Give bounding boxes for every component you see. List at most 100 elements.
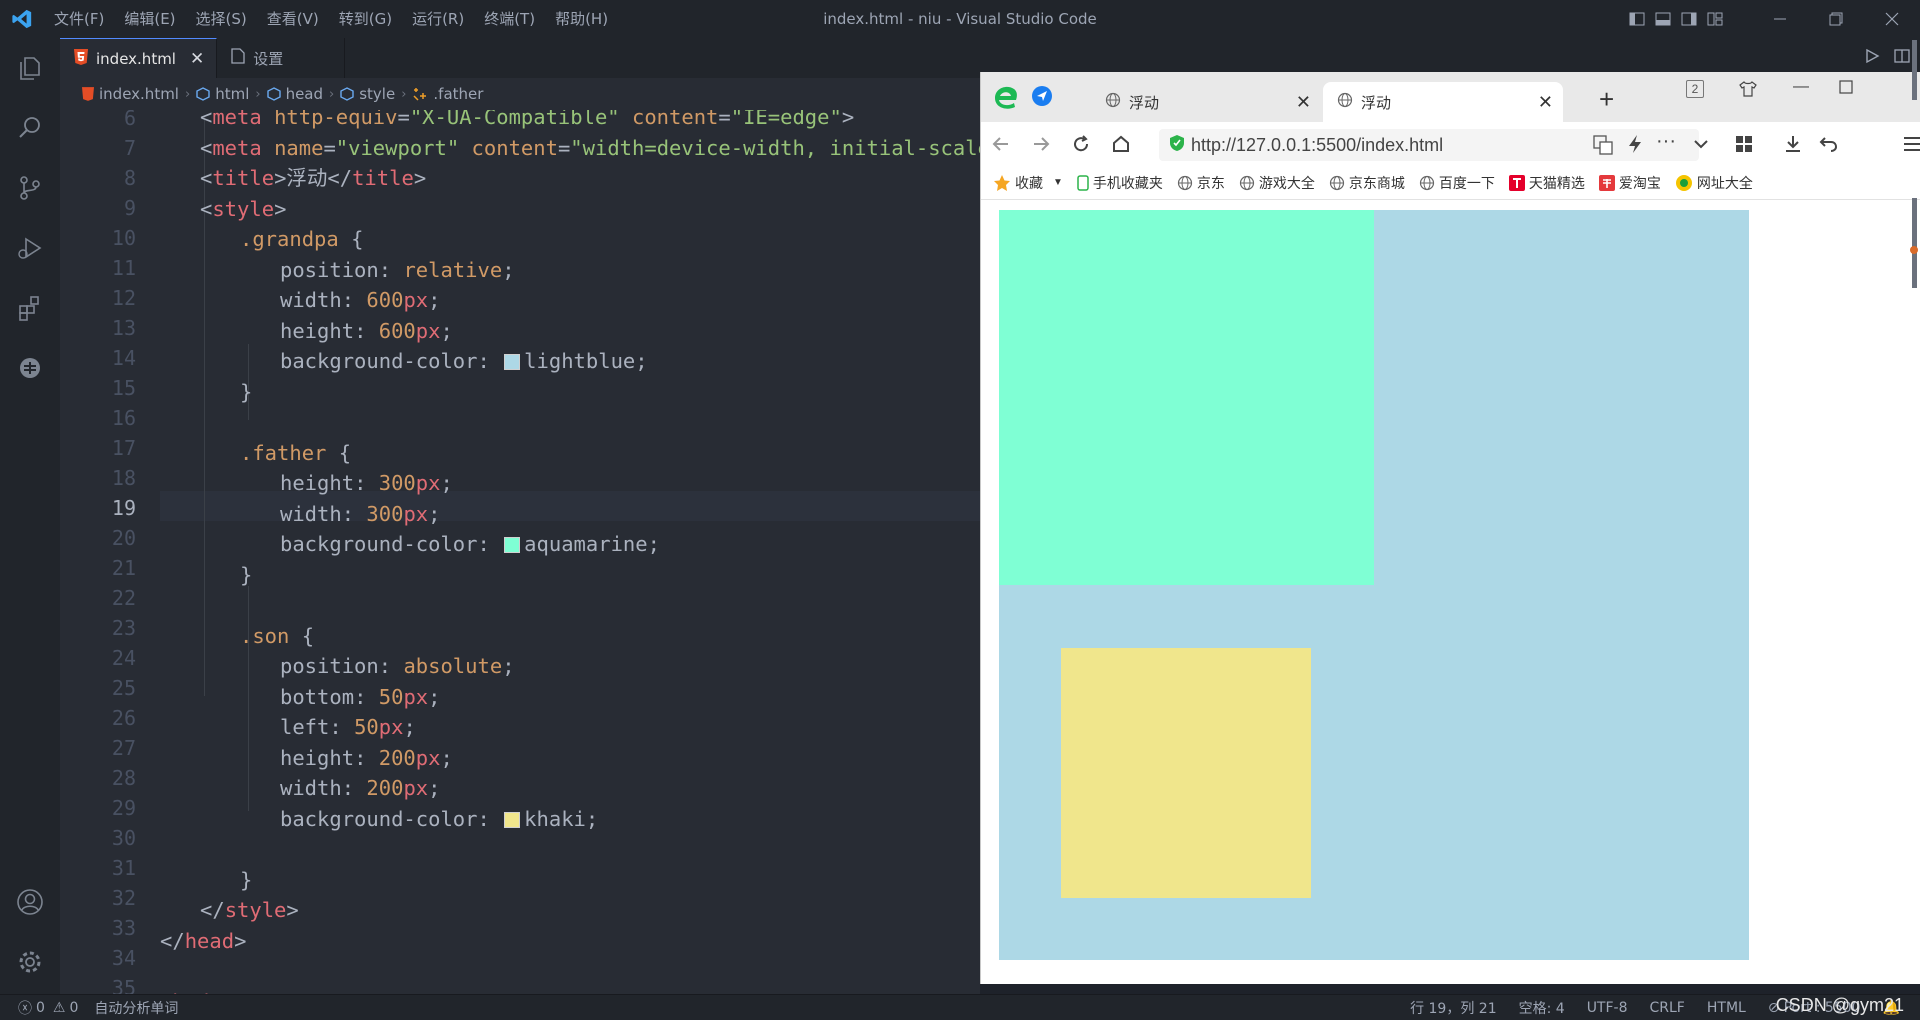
bookmark-label: 百度一下 bbox=[1438, 174, 1495, 191]
minimize-icon[interactable] bbox=[1752, 0, 1808, 38]
bookmark-hao123[interactable]: 网址大全 bbox=[1675, 173, 1753, 193]
apps-grid-icon[interactable] bbox=[1735, 135, 1753, 158]
site-directory-icon bbox=[1675, 174, 1692, 191]
code-line: .son { bbox=[240, 621, 314, 651]
tab-label: index.html bbox=[96, 49, 176, 68]
code-line: width: 200px; bbox=[280, 773, 440, 803]
star-icon bbox=[994, 174, 1010, 191]
activity-bar bbox=[0, 38, 60, 994]
caret-down-icon[interactable]: ▼ bbox=[1053, 177, 1063, 188]
code-line: } bbox=[240, 377, 252, 407]
menu-edit[interactable]: 编辑(E) bbox=[114, 0, 185, 38]
extensions-icon[interactable] bbox=[0, 278, 60, 338]
menu-run[interactable]: 运行(R) bbox=[402, 0, 474, 38]
bookmark-label: 手机收藏夹 bbox=[1092, 174, 1163, 191]
address-bar[interactable]: http://127.0.0.1:5500/index.html bbox=[1159, 129, 1699, 161]
menu-selection[interactable]: 选择(S) bbox=[186, 0, 257, 38]
code-token: < bbox=[200, 196, 213, 221]
line-number: 20 bbox=[111, 526, 136, 550]
code-token: width bbox=[280, 288, 342, 312]
reload-icon[interactable] bbox=[1061, 122, 1101, 166]
menu-view[interactable]: 查看(V) bbox=[257, 0, 329, 38]
bookmark-baidu[interactable]: 百度一下 bbox=[1419, 173, 1495, 193]
problems-indicator[interactable]: ⓧ 0 ⚠ 0 bbox=[18, 998, 78, 1018]
chevron-down-icon[interactable] bbox=[1693, 136, 1709, 157]
home-icon[interactable] bbox=[1101, 122, 1141, 166]
send-arrow-icon[interactable] bbox=[1031, 85, 1053, 112]
status-auto-analysis[interactable]: 自动分析单词 bbox=[94, 998, 178, 1018]
bookmark-tmall[interactable]: 天猫精选 bbox=[1508, 173, 1585, 193]
lightning-icon[interactable] bbox=[1626, 134, 1644, 159]
account-icon[interactable] bbox=[0, 872, 60, 932]
tab-close-icon[interactable]: ✕ bbox=[190, 49, 204, 69]
close-tab-icon[interactable]: ✕ bbox=[1538, 92, 1553, 113]
code-token: 300 bbox=[366, 501, 404, 526]
download-icon[interactable] bbox=[1783, 134, 1803, 159]
code-editor[interactable]: 6 7 8 9 10 11 12 13 14 15 16 17 18 19 20… bbox=[60, 110, 980, 994]
code-token: : bbox=[477, 349, 503, 373]
cursor-position[interactable]: 行 19，列 21 bbox=[1410, 998, 1497, 1018]
shirt-skin-icon[interactable] bbox=[1739, 80, 1757, 103]
bookmark-aitaobao[interactable]: 爱淘宝 bbox=[1598, 173, 1661, 193]
breadcrumb-head[interactable]: head bbox=[266, 85, 323, 103]
bookmark-jd-mall[interactable]: 京东商城 bbox=[1329, 173, 1405, 193]
settings-gear-icon[interactable] bbox=[0, 932, 60, 992]
customize-layout-icon[interactable] bbox=[1702, 0, 1728, 38]
encoding[interactable]: UTF-8 bbox=[1587, 1000, 1628, 1016]
bookmark-games[interactable]: 游戏大全 bbox=[1239, 173, 1315, 193]
code-token: > bbox=[413, 166, 427, 190]
code-token: } bbox=[240, 562, 253, 587]
tab-settings[interactable]: 设置 bbox=[217, 38, 346, 78]
remote-explorer-icon[interactable] bbox=[0, 338, 60, 398]
indentation[interactable]: 空格: 4 bbox=[1519, 998, 1565, 1018]
toggle-secondary-sidebar-icon[interactable] bbox=[1676, 0, 1702, 38]
tab-count-badge[interactable]: 2 bbox=[1686, 80, 1704, 98]
undo-icon[interactable] bbox=[1819, 134, 1839, 159]
bookmark-jd[interactable]: 京东 bbox=[1177, 173, 1225, 193]
forward-arrow-icon[interactable] bbox=[1021, 122, 1061, 166]
run-debug-icon[interactable] bbox=[0, 218, 60, 278]
toggle-panel-icon[interactable] bbox=[1650, 0, 1676, 38]
breadcrumb-html[interactable]: html bbox=[196, 85, 249, 103]
end-of-line[interactable]: CRLF bbox=[1650, 1000, 1685, 1016]
restore-icon[interactable] bbox=[1808, 0, 1864, 38]
code-line: background-color: aquamarine; bbox=[280, 529, 660, 559]
more-dots-icon[interactable]: ··· bbox=[1656, 130, 1676, 153]
bookmark-mobile[interactable]: 手机收藏夹 bbox=[1077, 173, 1163, 193]
new-tab-plus-icon[interactable]: + bbox=[1599, 84, 1614, 115]
back-arrow-icon[interactable] bbox=[981, 122, 1021, 166]
menu-terminal[interactable]: 终端(T) bbox=[474, 0, 545, 38]
code-token: 200 bbox=[366, 776, 404, 800]
explorer-icon[interactable] bbox=[0, 38, 60, 98]
menu-file[interactable]: 文件(F) bbox=[44, 0, 114, 38]
breadcrumb-style[interactable]: style bbox=[340, 85, 395, 103]
code-token: bottom bbox=[280, 684, 355, 709]
translate-icon[interactable] bbox=[1593, 135, 1613, 160]
code-line: <meta http-equiv="X-UA-Compatible" conte… bbox=[200, 110, 854, 132]
language-mode[interactable]: HTML bbox=[1707, 1000, 1746, 1016]
bookmark-label: 京东商城 bbox=[1348, 174, 1405, 191]
father-box bbox=[999, 210, 1374, 585]
menu-help[interactable]: 帮助(H) bbox=[545, 0, 618, 38]
browser-minimize-icon[interactable]: — bbox=[1793, 78, 1809, 96]
code-token: </ bbox=[327, 166, 353, 190]
code-token: "viewport" bbox=[335, 135, 460, 160]
toggle-sidebar-icon[interactable] bbox=[1624, 0, 1650, 38]
code-token: px bbox=[403, 776, 429, 800]
run-file-icon[interactable] bbox=[1864, 48, 1880, 68]
menu-go[interactable]: 转到(G) bbox=[329, 0, 402, 38]
browser-maximize-icon[interactable] bbox=[1839, 80, 1853, 99]
source-control-icon[interactable] bbox=[0, 158, 60, 218]
tab-index-html[interactable]: index.html ✕ bbox=[60, 38, 218, 78]
code-line: height: 300px; bbox=[280, 468, 453, 498]
close-tab-icon[interactable]: ✕ bbox=[1296, 92, 1311, 113]
browser-tab-1[interactable]: 浮动 ✕ bbox=[1091, 82, 1321, 122]
close-window-icon[interactable] bbox=[1864, 0, 1920, 38]
browser-tab-2[interactable]: 浮动 ✕ bbox=[1323, 82, 1563, 122]
code-line: <meta name="viewport" content="width=dev… bbox=[200, 133, 980, 163]
bookmark-favorites[interactable]: 收藏 ▼ bbox=[993, 173, 1063, 193]
code-token: = bbox=[397, 110, 410, 129]
breadcrumb-file[interactable]: index.html bbox=[82, 85, 179, 103]
search-icon[interactable] bbox=[0, 98, 60, 158]
breadcrumb-father[interactable]: .father bbox=[412, 85, 483, 103]
